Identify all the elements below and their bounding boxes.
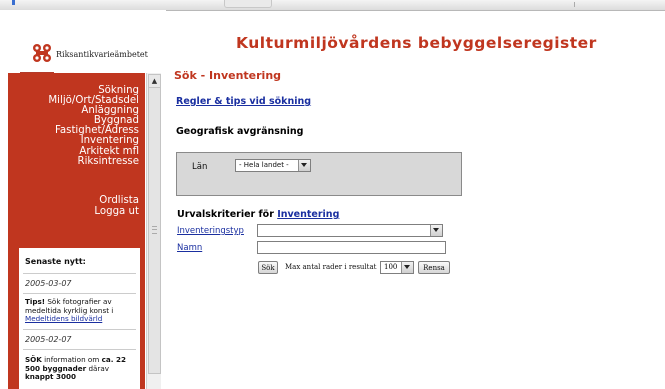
lan-select[interactable]: - Hela landet -: [235, 159, 311, 172]
rules-tips-link[interactable]: Regler & tips vid sökning: [176, 96, 311, 107]
sidebar-item-logga-ut[interactable]: Logga ut: [94, 206, 139, 217]
reset-button[interactable]: Rensa: [418, 261, 450, 274]
sidebar-nav: Sökning Miljö/Ort/Stadsdel Anläggning By…: [48, 85, 139, 167]
news-date: 2005-03-07: [25, 279, 72, 288]
criteria-heading-prefix: Urvalskriterier för: [177, 209, 278, 220]
page-title: Sök - Inventering: [174, 69, 282, 82]
geographic-filter-box: Län - Hela landet -: [176, 152, 462, 196]
inventeringstyp-label-link[interactable]: Inventeringstyp: [177, 226, 244, 236]
sidebar-item-riksintresse[interactable]: Riksintresse: [48, 156, 139, 167]
max-rows-select[interactable]: 100: [380, 261, 414, 274]
news-divider: [23, 293, 136, 294]
news-info-bold: knappt 3000: [25, 372, 76, 382]
criteria-heading-link[interactable]: Inventering: [277, 209, 339, 220]
main-content: Sök - Inventering Regler & tips vid sökn…: [160, 67, 665, 389]
inventeringstyp-select[interactable]: [257, 224, 443, 237]
sidebar-scrollbar[interactable]: ▲: [146, 73, 161, 389]
geographic-heading: Geografisk avgränsning: [176, 126, 304, 137]
news-date: 2005-02-07: [25, 335, 72, 344]
news-info-text: därav: [86, 363, 110, 373]
namn-label-link[interactable]: Namn: [177, 243, 202, 253]
max-rows-label: Max antal rader i resultat: [285, 263, 377, 271]
search-button[interactable]: Sök: [258, 261, 278, 274]
logo[interactable]: Riksantikvarieämbetet: [0, 10, 166, 73]
sidebar-secondary-nav: Ordlista Logga ut: [94, 195, 139, 217]
browser-icon: [12, 0, 15, 5]
news-divider: [23, 273, 136, 274]
news-divider: [23, 349, 136, 350]
lan-select-value: - Hela landet -: [239, 161, 289, 169]
news-title: Senaste nytt:: [25, 257, 86, 266]
criteria-heading: Urvalskriterier för Inventering: [177, 209, 339, 220]
news-item: Tips! Sök fotografier av medeltida kyrkl…: [25, 297, 137, 324]
chevron-down-icon[interactable]: [298, 160, 310, 171]
grip-icon: [152, 226, 157, 234]
lan-label: Län: [192, 162, 208, 172]
site-title: Kulturmiljövårdens bebyggelseregister: [236, 34, 597, 52]
toolbar-separator: [574, 2, 575, 7]
chevron-down-icon[interactable]: [401, 262, 413, 273]
browser-tab[interactable]: [224, 0, 272, 8]
raa-logo-icon: [33, 44, 51, 62]
news-panel: Senaste nytt: 2005-03-07 Tips! Sök fotog…: [19, 248, 140, 389]
news-tip-link[interactable]: Medeltidens bildvärld: [25, 314, 102, 323]
chevron-down-icon[interactable]: [430, 225, 442, 236]
sidebar-item-ordlista[interactable]: Ordlista: [94, 195, 139, 206]
namn-input[interactable]: [257, 241, 446, 254]
news-item: SÖK information om ca. 22 500 byggnader …: [25, 355, 137, 382]
logo-text: Riksantikvarieämbetet: [56, 50, 148, 59]
news-divider: [23, 329, 136, 330]
max-rows-value: 100: [384, 263, 398, 271]
